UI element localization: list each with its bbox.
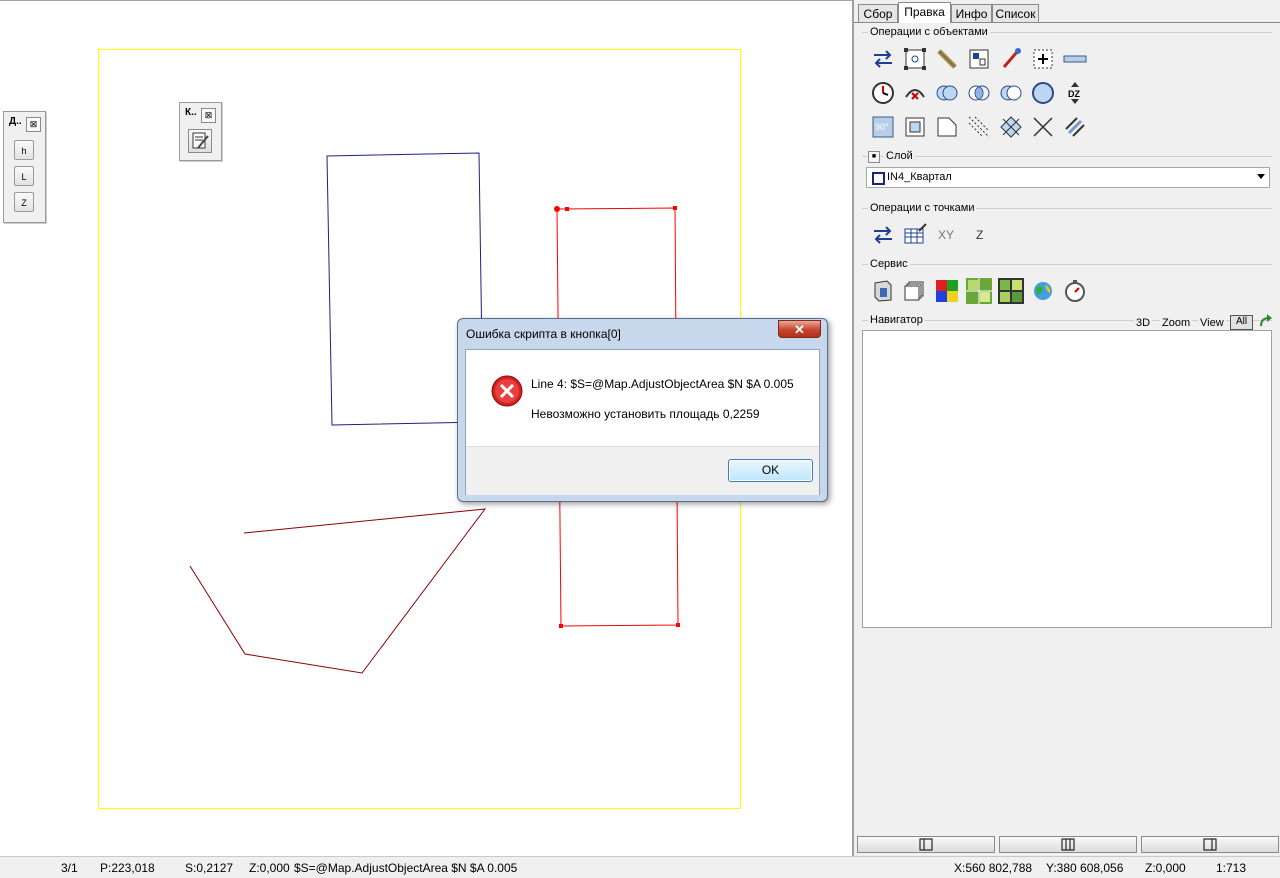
dz-icon[interactable]: DZ	[1062, 80, 1088, 106]
pencil-edit-icon[interactable]	[934, 46, 960, 72]
globe-icon[interactable]	[1030, 278, 1056, 304]
l-button[interactable]: L	[14, 166, 34, 186]
navigator-view-option[interactable]: View	[1198, 317, 1226, 329]
z-point-button[interactable]: Z	[976, 228, 983, 242]
point-ops-title: Операции с точками	[868, 202, 977, 214]
tab-info[interactable]: Инфо	[951, 4, 992, 22]
error-icon	[491, 375, 523, 410]
script-edit-icon	[192, 132, 209, 149]
tab-edit[interactable]: Правка	[898, 2, 951, 23]
service-divider	[862, 264, 1272, 265]
object-ops-title: Операции с объектами	[868, 26, 990, 38]
service-title: Сервис	[868, 258, 910, 270]
panel-split-icon	[1061, 838, 1075, 851]
layout-right-button[interactable]	[1141, 836, 1279, 853]
status-z2: Z:0,000	[1145, 861, 1186, 875]
red-vertex	[559, 624, 563, 628]
ok-button[interactable]: OK	[728, 459, 813, 482]
navigator-view[interactable]	[862, 330, 1272, 628]
layers-icon[interactable]	[902, 278, 928, 304]
error-dialog: Ошибка скрипта в кнопка[0] ✕ Line 4: $S=…	[457, 318, 828, 502]
coordinates-table-icon[interactable]	[902, 222, 928, 248]
brush-icon[interactable]	[998, 46, 1024, 72]
layer-title: Слой	[884, 150, 915, 162]
status-bar: 3/1 P:223,018 S:0,2127 Z:0,000 $S=@Map.A…	[0, 856, 1280, 878]
hatch-icon[interactable]	[966, 114, 992, 140]
script-button[interactable]	[188, 129, 212, 153]
panel-left-icon	[919, 838, 933, 851]
status-page: 3/1	[61, 861, 78, 875]
red-vertex	[565, 207, 569, 211]
reverse-arrows-icon[interactable]	[870, 46, 896, 72]
color-grid-icon[interactable]	[934, 278, 960, 304]
panel-right-icon	[1203, 838, 1217, 851]
xy-button[interactable]: XY	[938, 228, 954, 242]
rotate-90-icon[interactable]: 90°	[870, 114, 896, 140]
status-scale: 1:713	[1216, 861, 1247, 875]
red-vertex	[673, 206, 677, 210]
cross-hatch-icon[interactable]	[998, 114, 1024, 140]
inner-square-icon[interactable]	[902, 114, 928, 140]
layer-select-value: IN4_Квартал	[887, 171, 952, 183]
status-command: $S=@Map.AdjustObjectArea $N $A 0.005	[294, 861, 518, 875]
floating-toolbar-d: Д.. ⊠ h L Z	[3, 111, 46, 223]
navigator-title: Навигатор	[868, 314, 925, 326]
cross-lines-icon[interactable]	[1030, 114, 1056, 140]
toolbar-k-title: К..	[185, 107, 197, 118]
status-x: X:560 802,788	[954, 861, 1033, 875]
layout-left-button[interactable]	[857, 836, 995, 853]
status-perimeter: P:223,018	[100, 861, 155, 875]
stopwatch-icon[interactable]	[1062, 278, 1088, 304]
tab-collect[interactable]: Сбор	[858, 4, 898, 22]
dark-red-polyline	[189, 508, 487, 674]
z-button[interactable]: Z	[14, 192, 34, 212]
layer-color-swatch	[872, 172, 885, 185]
status-y: Y:380 608,056	[1046, 861, 1124, 875]
image-grid-2-icon[interactable]	[998, 278, 1024, 304]
navigator-3d-option[interactable]: 3D	[1134, 317, 1153, 329]
tab-list[interactable]: Список	[992, 4, 1039, 22]
clock-icon[interactable]	[870, 80, 896, 106]
red-vertex-start	[554, 206, 560, 212]
image-grid-1-icon[interactable]	[966, 278, 992, 304]
svg-text:90°: 90°	[875, 122, 889, 132]
navigator-all-option[interactable]: All	[1230, 315, 1253, 330]
error-line-1: Line 4: $S=@Map.AdjustObjectArea $N $A 0…	[531, 377, 794, 391]
right-panel: Сбор Правка Инфо Список Операции с объек…	[852, 0, 1280, 856]
layer-collapse-icon[interactable]: ■	[868, 151, 880, 163]
dialog-title: Ошибка скрипта в кнопка[0]	[466, 327, 621, 341]
red-vertex	[676, 623, 680, 627]
navigator-zoom-option[interactable]: Zoom	[1160, 317, 1193, 329]
parallel-icon[interactable]	[1062, 114, 1088, 140]
dialog-footer: OK	[466, 446, 819, 495]
error-line-2: Невозможно установить площадь 0,2259	[531, 407, 760, 421]
toolbar-d-title: Д..	[9, 116, 22, 127]
svg-text:DZ: DZ	[1068, 89, 1080, 99]
frame-point-icon[interactable]	[902, 46, 928, 72]
intersect-icon[interactable]	[966, 80, 992, 106]
h-button[interactable]: h	[14, 140, 34, 160]
reverse-points-icon[interactable]	[870, 222, 896, 248]
layer-select[interactable]: IN4_Квартал	[866, 167, 1270, 188]
add-node-icon[interactable]	[1030, 46, 1056, 72]
floating-toolbar-k: К.. ⊠	[179, 102, 222, 161]
status-area: S:0,2127	[185, 861, 234, 875]
circle-icon[interactable]	[1030, 80, 1056, 106]
layout-icon[interactable]	[966, 46, 992, 72]
toolbar-k-close-icon[interactable]: ⊠	[201, 108, 216, 123]
status-z: Z:0,000	[249, 861, 290, 875]
arc-cancel-icon[interactable]	[902, 80, 928, 106]
dialog-close-button[interactable]: ✕	[778, 320, 821, 338]
subtract-icon[interactable]	[998, 80, 1024, 106]
cut-corner-icon[interactable]	[934, 114, 960, 140]
layout-split-button[interactable]	[999, 836, 1137, 853]
divide-icon[interactable]	[1062, 46, 1088, 72]
script-icon[interactable]	[870, 278, 896, 304]
chevron-down-icon[interactable]	[1257, 174, 1265, 179]
layer-divider	[862, 156, 1272, 157]
dialog-body: Line 4: $S=@Map.AdjustObjectArea $N $A 0…	[465, 349, 820, 495]
union-icon[interactable]	[934, 80, 960, 106]
toolbar-d-close-icon[interactable]: ⊠	[26, 117, 41, 132]
